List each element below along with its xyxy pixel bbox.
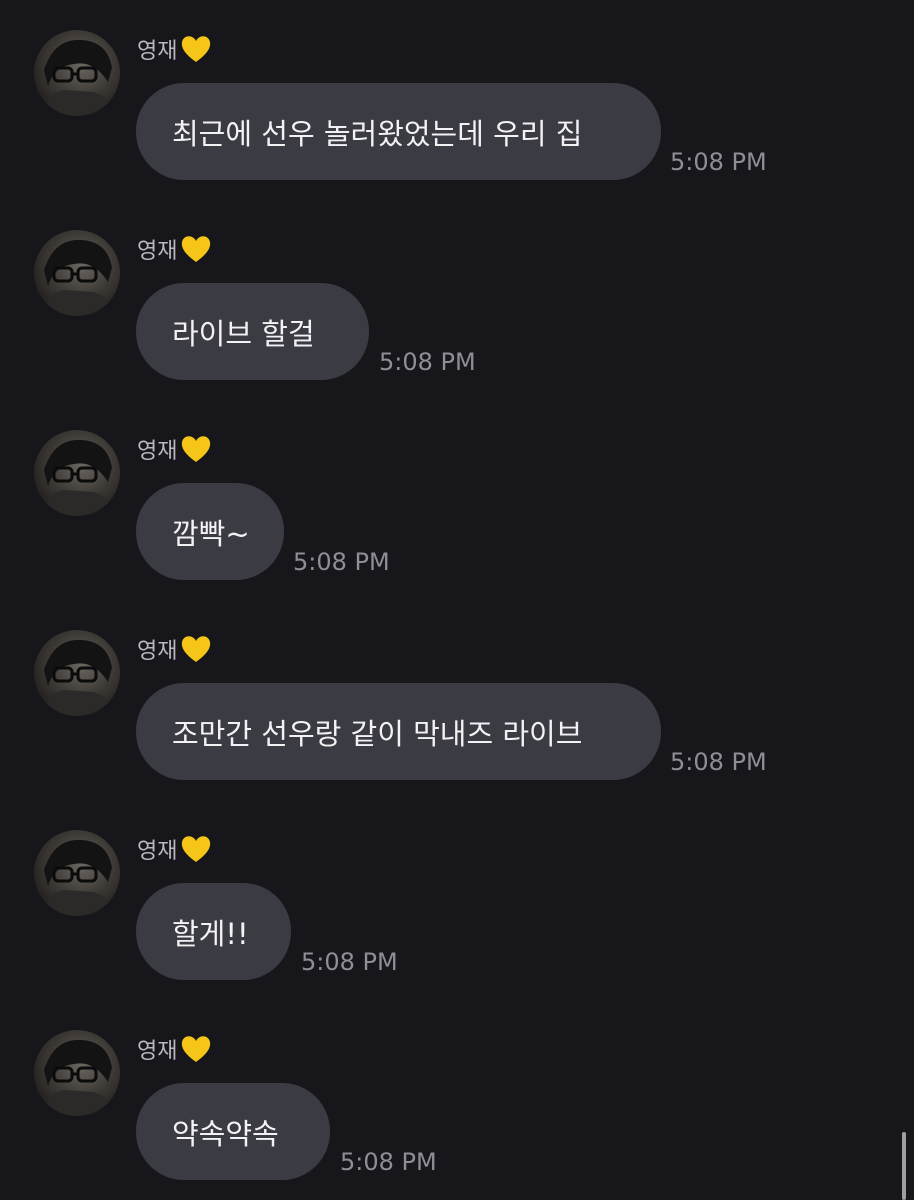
avatar[interactable] <box>34 1030 120 1116</box>
chat-message: 영재 조만간 선우랑 같이 막내즈 라이브 5:08 PM <box>0 600 914 800</box>
yellow-heart-icon <box>182 636 211 662</box>
message-bubble[interactable]: 조만간 선우랑 같이 막내즈 라이브 <box>136 683 661 780</box>
yellow-heart-icon <box>182 1036 211 1062</box>
chat-thread: 영재 최근에 선우 놀러왔었는데 우리 집 5:08 PM 영재 라이브 할걸 … <box>0 0 914 1200</box>
message-text: 최근에 선우 놀러왔었는데 우리 집 <box>172 116 583 151</box>
sender-name: 영재 <box>137 830 213 868</box>
avatar[interactable] <box>34 430 120 516</box>
sender-name: 영재 <box>137 430 213 468</box>
message-text: 약속약속 <box>172 1116 279 1151</box>
message-text: 라이브 할걸 <box>172 316 315 351</box>
avatar[interactable] <box>34 630 120 716</box>
avatar-photo <box>42 39 114 116</box>
message-timestamp: 5:08 PM <box>670 148 767 176</box>
chat-message: 영재 약속약속 5:08 PM <box>0 1000 914 1200</box>
message-bubble[interactable]: 최근에 선우 놀러왔었는데 우리 집 <box>136 83 661 180</box>
message-bubble[interactable]: 약속약속 <box>136 1083 330 1180</box>
avatar-photo <box>42 1039 114 1116</box>
message-bubble[interactable]: 할게!! <box>136 883 291 980</box>
chat-message: 영재 깜빡~ 5:08 PM <box>0 400 914 600</box>
message-text: 할게!! <box>172 916 249 951</box>
message-text: 조만간 선우랑 같이 막내즈 라이브 <box>172 716 583 751</box>
sender-name: 영재 <box>137 630 213 668</box>
avatar[interactable] <box>34 30 120 116</box>
yellow-heart-icon <box>182 836 211 862</box>
message-timestamp: 5:08 PM <box>670 748 767 776</box>
avatar-photo <box>42 839 114 916</box>
message-bubble[interactable]: 깜빡~ <box>136 483 284 580</box>
yellow-heart-icon <box>182 36 211 62</box>
avatar[interactable] <box>34 230 120 316</box>
message-timestamp: 5:08 PM <box>301 948 398 976</box>
avatar-photo <box>42 239 114 316</box>
avatar-photo <box>42 639 114 716</box>
sender-name: 영재 <box>137 1030 213 1068</box>
sender-name: 영재 <box>137 30 213 68</box>
message-timestamp: 5:08 PM <box>379 348 476 376</box>
chat-message: 영재 할게!! 5:08 PM <box>0 800 914 1000</box>
chat-message: 영재 최근에 선우 놀러왔었는데 우리 집 5:08 PM <box>0 0 914 200</box>
sender-name: 영재 <box>137 230 213 268</box>
yellow-heart-icon <box>182 236 211 262</box>
message-bubble[interactable]: 라이브 할걸 <box>136 283 369 380</box>
avatar-photo <box>42 439 114 516</box>
message-timestamp: 5:08 PM <box>340 1148 437 1176</box>
chat-message: 영재 라이브 할걸 5:08 PM <box>0 200 914 400</box>
message-text: 깜빡~ <box>172 516 250 551</box>
yellow-heart-icon <box>182 436 211 462</box>
scrollbar[interactable] <box>902 1132 906 1200</box>
avatar[interactable] <box>34 830 120 916</box>
message-timestamp: 5:08 PM <box>293 548 390 576</box>
